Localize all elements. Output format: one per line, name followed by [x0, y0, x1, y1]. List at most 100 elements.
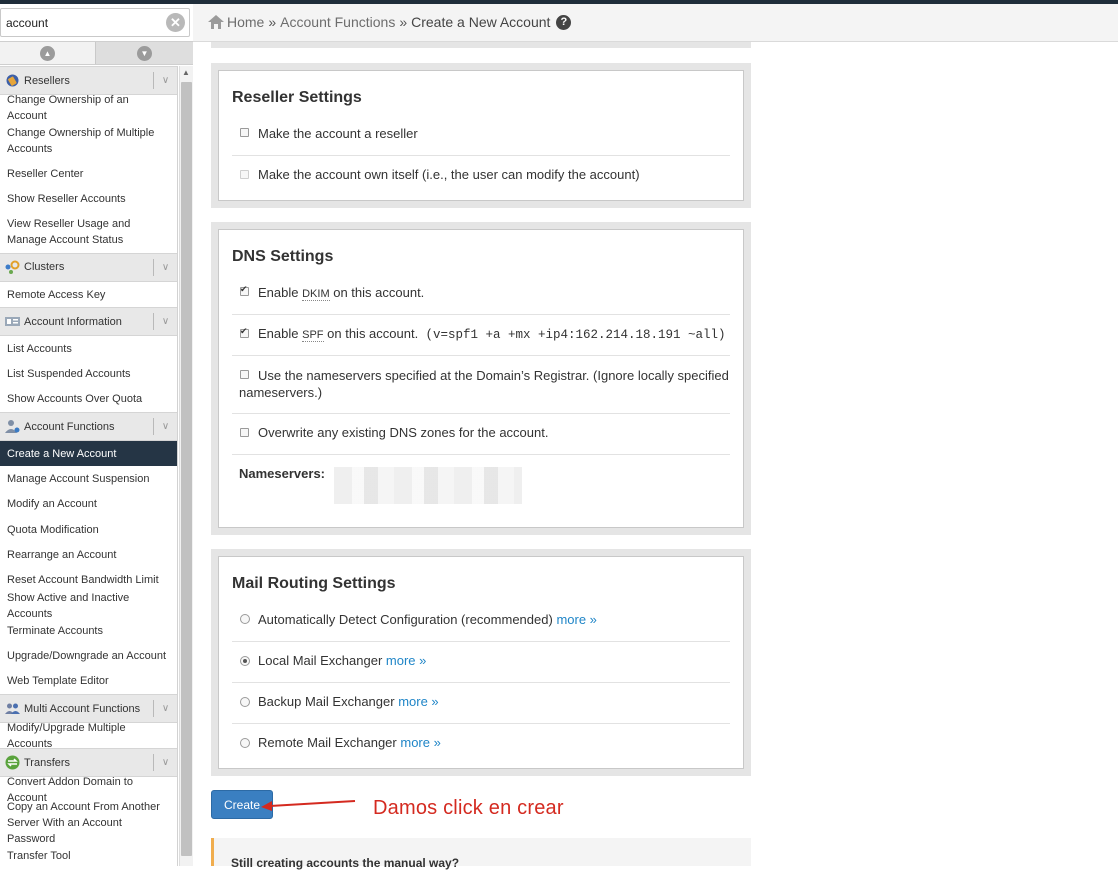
sidebar-item-list-suspended-accounts[interactable]: List Suspended Accounts — [0, 361, 177, 386]
breadcrumb: Home » Account Functions » Create a New … — [208, 14, 572, 30]
mail-local-radio[interactable] — [240, 656, 250, 666]
reseller-settings-title: Reseller Settings — [232, 89, 362, 106]
id-card-icon — [5, 314, 20, 329]
annotation-arrow-icon — [261, 800, 356, 811]
chevron-down-icon[interactable]: ∨ — [153, 754, 177, 772]
category-account-functions[interactable]: Account Functions ∨ — [0, 412, 177, 442]
own-itself-label: Make the account own itself (i.e., the u… — [258, 167, 640, 182]
sidebar-nav: Resellers ∨ Change Ownership of an Accou… — [0, 66, 178, 866]
mail-remote-label: Remote Mail Exchanger more » — [258, 735, 441, 750]
chevron-down-icon[interactable]: ∨ — [153, 418, 177, 436]
sidebar-item-list-accounts[interactable]: List Accounts — [0, 336, 177, 361]
breadcrumb-current: Create a New Account — [411, 14, 551, 30]
category-label: Clusters — [24, 261, 65, 274]
mail-remote-row: Remote Mail Exchanger more » — [232, 723, 730, 764]
mail-backup-more-link[interactable]: more » — [398, 694, 438, 709]
sidebar-item-modify-multiple-accounts[interactable]: Modify/Upgrade Multiple Accounts — [0, 722, 177, 750]
mail-backup-label: Backup Mail Exchanger more » — [258, 694, 439, 709]
overwrite-zones-checkbox[interactable] — [240, 428, 249, 437]
breadcrumb-account-functions[interactable]: Account Functions — [280, 14, 395, 30]
mail-auto-text: Automatically Detect Configuration (reco… — [258, 612, 553, 627]
mail-auto-more-link[interactable]: more » — [556, 612, 596, 627]
sidebar-item-view-reseller-usage[interactable]: View Reseller Usage and Manage Account S… — [0, 212, 177, 253]
chevron-down-icon: ▼ — [137, 45, 152, 61]
header: Home » Account Functions » Create a New … — [193, 4, 1118, 42]
sidebar-item-rearrange-account[interactable]: Rearrange an Account — [0, 542, 177, 567]
home-icon[interactable] — [208, 15, 224, 29]
make-reseller-row: Make the account a reseller — [232, 123, 730, 156]
overwrite-zones-label: Overwrite any existing DNS zones for the… — [258, 425, 549, 440]
sidebar-item-manage-suspension[interactable]: Manage Account Suspension — [0, 466, 177, 491]
users-icon — [5, 701, 20, 716]
collapse-all-button[interactable]: ▲ — [0, 42, 95, 64]
dkim-checkbox[interactable] — [240, 284, 249, 296]
mail-remote-text: Remote Mail Exchanger — [258, 735, 397, 750]
spf-checkbox[interactable] — [240, 326, 249, 338]
mail-local-row: Local Mail Exchanger more » — [232, 641, 730, 682]
mail-local-more-link[interactable]: more » — [386, 653, 426, 668]
mail-routing-title: Mail Routing Settings — [232, 575, 396, 592]
dkim-abbr: DKIM — [302, 288, 330, 301]
sidebar-search: ✕ — [0, 8, 190, 37]
registrar-ns-row: Use the nameservers specified at the Dom… — [232, 355, 730, 413]
sidebar-item-modify-account[interactable]: Modify an Account — [0, 492, 177, 517]
own-itself-checkbox[interactable] — [240, 170, 249, 179]
spf-row: Enable SPF on this account. (v=spf1 +a +… — [232, 314, 730, 355]
mail-backup-row: Backup Mail Exchanger more » — [232, 682, 730, 723]
breadcrumb-separator: » — [399, 14, 408, 30]
sidebar-item-upgrade-downgrade[interactable]: Upgrade/Downgrade an Account — [0, 643, 177, 668]
category-label: Transfers — [24, 756, 71, 769]
make-reseller-label: Make the account a reseller — [258, 126, 418, 141]
category-transfers[interactable]: Transfers ∨ — [0, 748, 177, 778]
scroll-up-icon[interactable]: ▲ — [182, 68, 190, 77]
mail-remote-more-link[interactable]: more » — [400, 735, 440, 750]
dkim-enable-text: Enable — [258, 285, 299, 300]
sidebar-item-change-ownership[interactable]: Change Ownership of an Account — [0, 94, 177, 122]
clear-search-icon[interactable]: ✕ — [166, 13, 185, 32]
sidebar-item-active-inactive-accounts[interactable]: Show Active and Inactive Accounts — [0, 592, 177, 620]
chevron-down-icon[interactable]: ∨ — [153, 313, 177, 331]
breadcrumb-home[interactable]: Home — [227, 14, 264, 30]
dns-settings-title: DNS Settings — [232, 248, 334, 265]
sidebar-item-quota-modification[interactable]: Quota Modification — [0, 517, 177, 542]
sidebar-item-create-new-account[interactable]: Create a New Account — [0, 441, 177, 467]
sidebar-item-accounts-over-quota[interactable]: Show Accounts Over Quota — [0, 387, 177, 412]
mail-auto-radio[interactable] — [240, 614, 250, 624]
chevron-down-icon[interactable]: ∨ — [153, 72, 177, 89]
reseller-settings-panel: Reseller Settings Make the account a res… — [211, 63, 751, 208]
mail-auto-label: Automatically Detect Configuration (reco… — [258, 612, 597, 627]
category-account-information[interactable]: Account Information ∨ — [0, 307, 177, 337]
category-multi-account-functions[interactable]: Multi Account Functions ∨ — [0, 694, 177, 724]
sidebar-item-change-ownership-multiple[interactable]: Change Ownership of Multiple Accounts — [0, 120, 177, 161]
expand-all-button[interactable]: ▼ — [95, 42, 193, 64]
mail-local-label: Local Mail Exchanger more » — [258, 653, 426, 668]
sidebar-item-show-reseller-accounts[interactable]: Show Reseller Accounts — [0, 187, 177, 212]
breadcrumb-separator: » — [268, 14, 277, 30]
category-label: Resellers — [24, 74, 70, 87]
mail-routing-panel: Mail Routing Settings Automatically Dete… — [211, 549, 751, 776]
tip-box: Still creating accounts the manual way? — [211, 838, 751, 870]
dkim-suffix-text: on this account. — [333, 285, 425, 300]
sidebar-item-reseller-center[interactable]: Reseller Center — [0, 161, 177, 186]
mail-backup-radio[interactable] — [240, 697, 250, 707]
make-reseller-checkbox[interactable] — [240, 128, 249, 137]
chevron-down-icon[interactable]: ∨ — [153, 258, 177, 276]
sidebar-item-web-template-editor[interactable]: Web Template Editor — [0, 669, 177, 694]
category-resellers[interactable]: Resellers ∨ — [0, 66, 177, 95]
nameservers-row: Nameservers: — [232, 454, 730, 509]
registrar-ns-label: Use the nameservers specified at the Dom… — [239, 368, 729, 400]
mail-backup-text: Backup Mail Exchanger — [258, 694, 395, 709]
sidebar-item-remote-access-key[interactable]: Remote Access Key — [0, 282, 177, 307]
sidebar-scrollbar[interactable]: ▲ — [179, 66, 193, 866]
sidebar-item-terminate-accounts[interactable]: Terminate Accounts — [0, 618, 177, 643]
spf-abbr: SPF — [302, 329, 324, 342]
scroll-thumb[interactable] — [181, 82, 192, 856]
mail-remote-radio[interactable] — [240, 738, 250, 748]
search-input[interactable] — [6, 14, 156, 32]
sidebar-item-copy-account[interactable]: Copy an Account From Another Server With… — [0, 801, 177, 845]
spf-label: Enable SPF on this account. (v=spf1 +a +… — [258, 326, 726, 342]
category-clusters[interactable]: Clusters ∨ — [0, 252, 177, 282]
clusters-icon — [5, 260, 20, 275]
help-icon[interactable]: ? — [556, 14, 572, 30]
chevron-down-icon[interactable]: ∨ — [153, 700, 177, 718]
